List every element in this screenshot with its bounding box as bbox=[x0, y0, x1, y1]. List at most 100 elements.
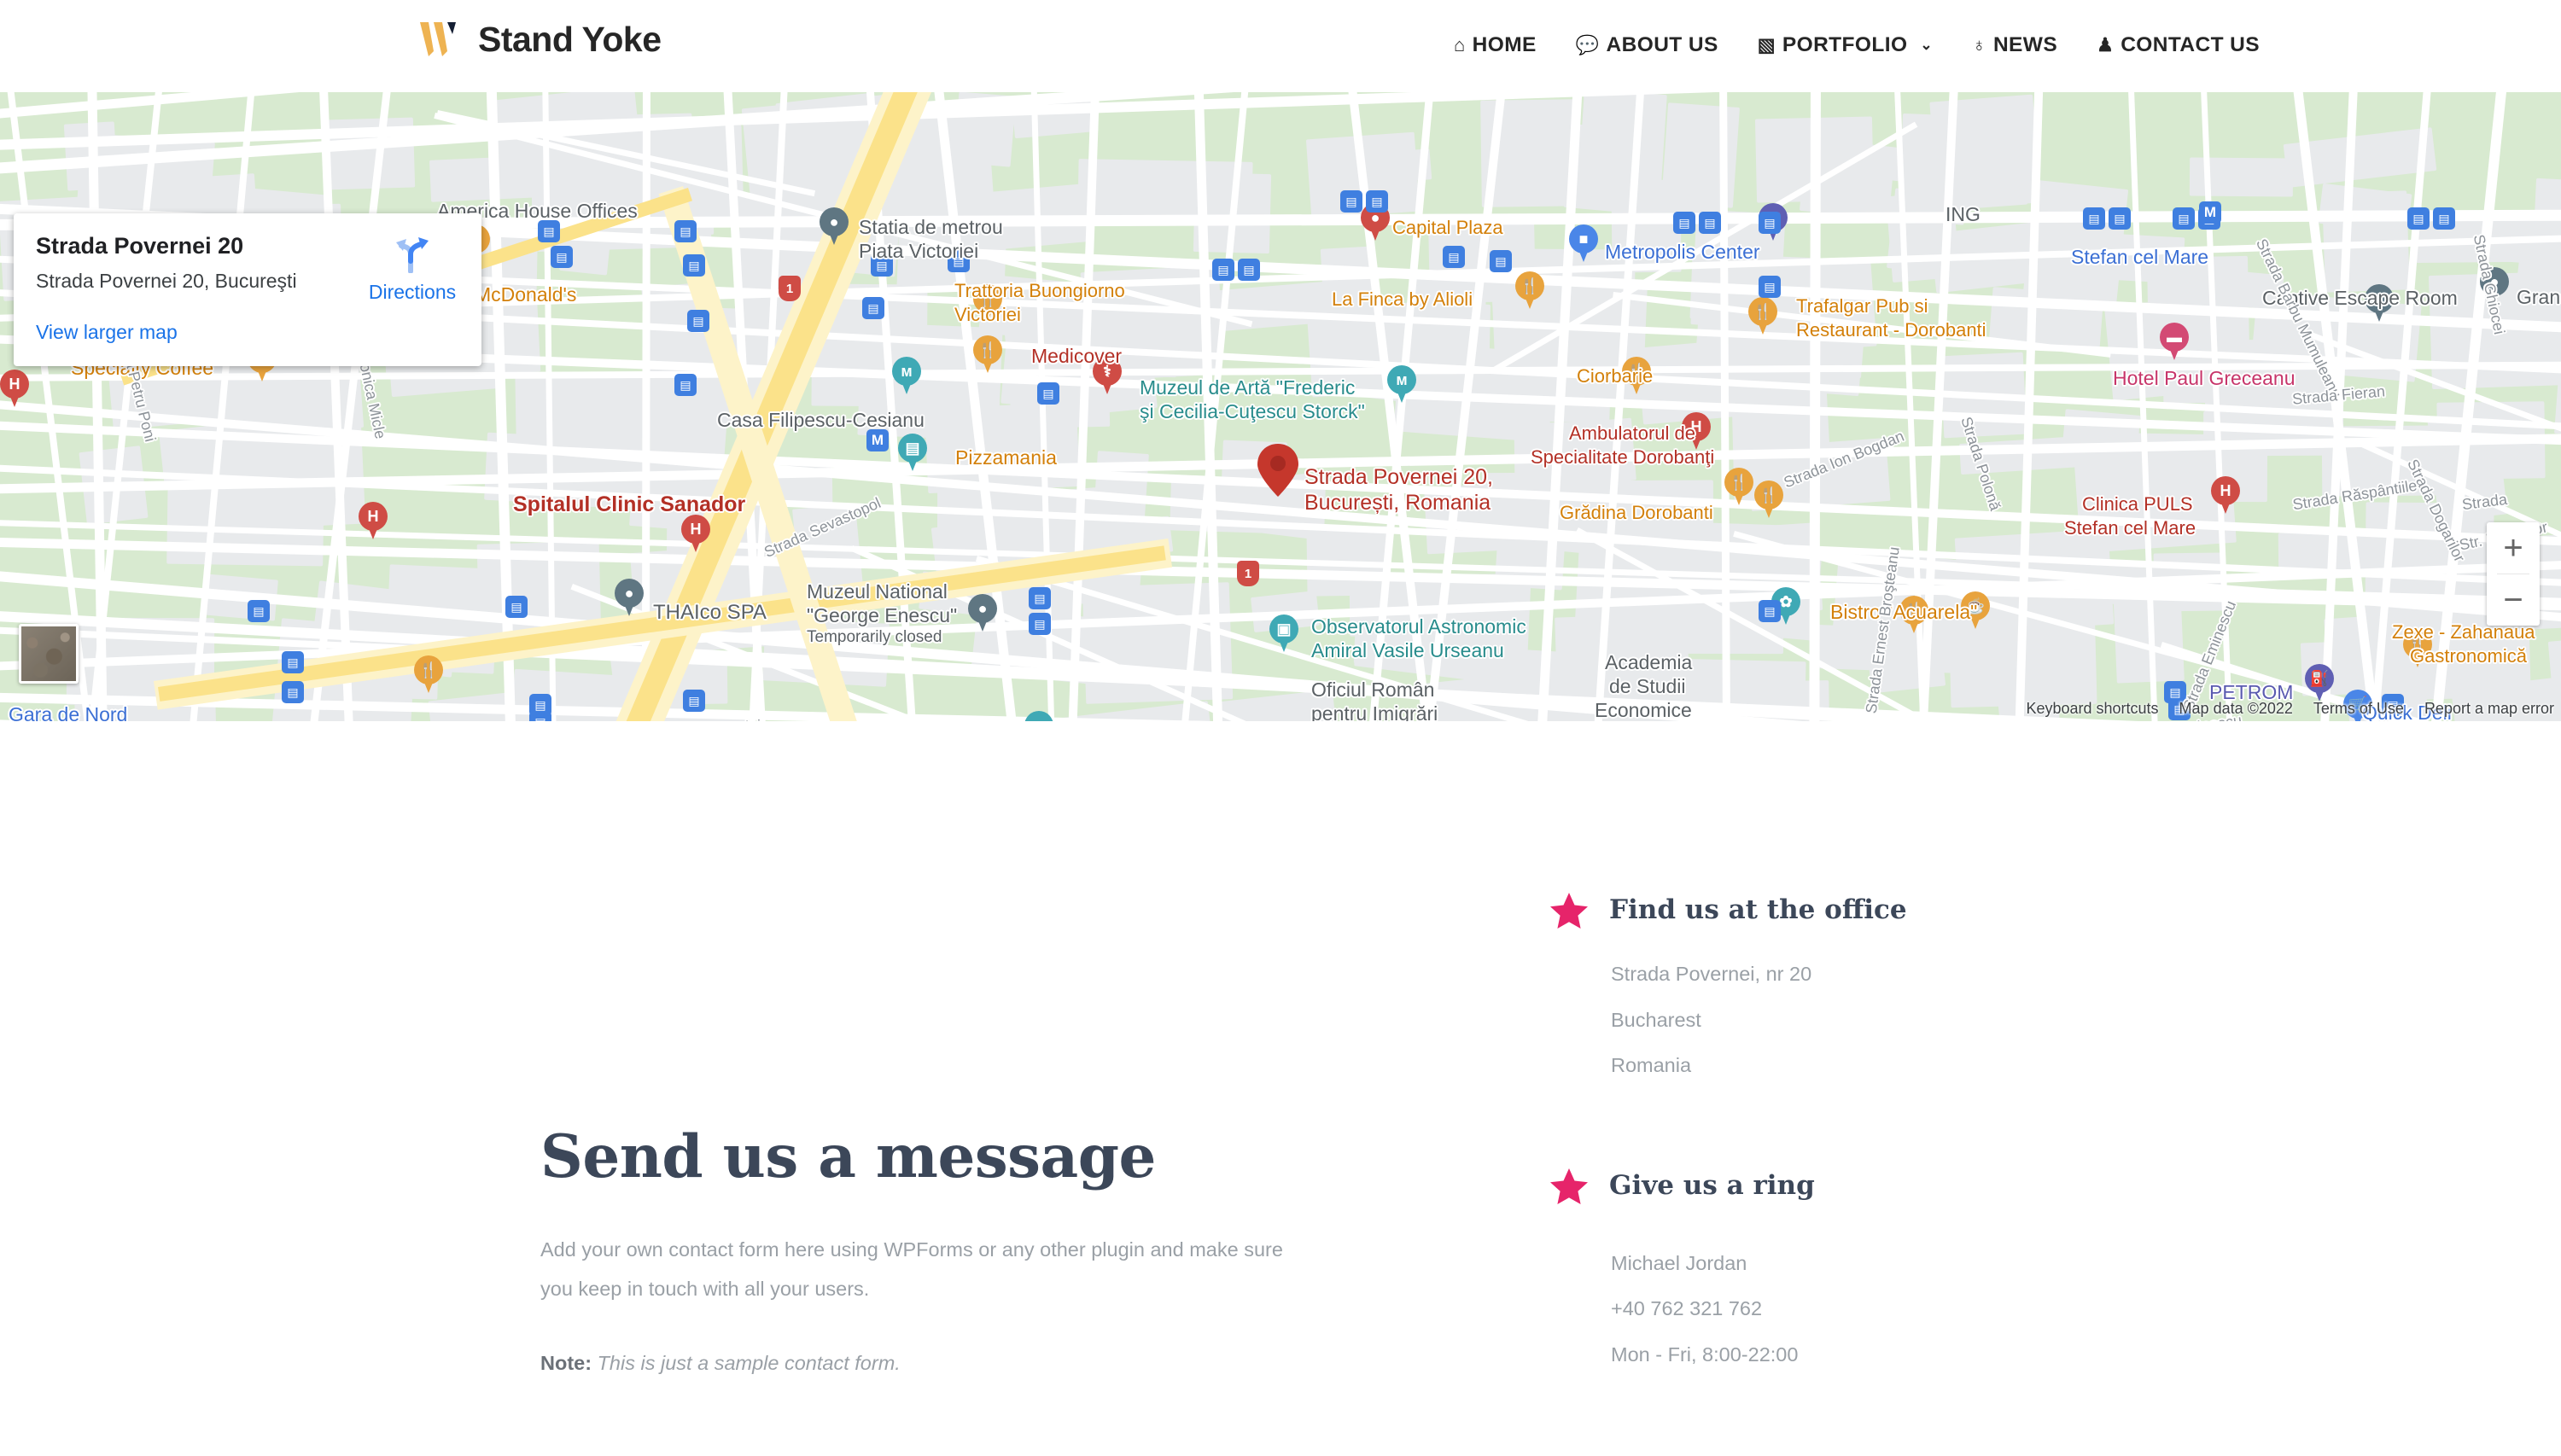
comment-icon: 💬 bbox=[1575, 34, 1600, 55]
transit-stop-icon[interactable]: ▤ bbox=[1759, 600, 1781, 622]
star-icon bbox=[1550, 893, 1588, 929]
map-block bbox=[1611, 179, 1682, 273]
w-logo-icon bbox=[420, 22, 456, 56]
transit-stop-icon[interactable]: ▤ bbox=[538, 220, 560, 242]
brand-name: Stand Yoke bbox=[478, 20, 662, 59]
directions-arrow-icon bbox=[396, 237, 429, 274]
note-text: This is just a sample contact form. bbox=[592, 1352, 901, 1375]
transit-stop-icon[interactable]: ▤ bbox=[2433, 207, 2455, 230]
give-ring-heading-row: Give us a ring bbox=[1549, 1168, 2318, 1205]
office-address-line-3: Romania bbox=[1611, 1054, 1692, 1077]
transit-stop-icon[interactable]: ▤ bbox=[948, 250, 970, 272]
transit-stop-icon[interactable]: ▤ bbox=[1340, 190, 1362, 213]
transit-stop-icon[interactable]: ▤ bbox=[282, 651, 304, 673]
nav-item-portfolio[interactable]: ▧ PORTFOLIO ⌄ bbox=[1738, 32, 1952, 58]
transit-stop-icon[interactable]: ▤ bbox=[1238, 259, 1260, 281]
home-icon: ⌂ bbox=[1453, 34, 1466, 55]
find-office-lines: Strada Povernei, nr 20 Bucharest Romania bbox=[1549, 952, 2318, 1089]
map-block bbox=[1868, 646, 1946, 694]
contact-form-description: Add your own contact form here using WPF… bbox=[540, 1238, 1283, 1301]
contact-form-note: Note: This is just a sample contact form… bbox=[540, 1352, 1309, 1375]
map-attribution-bar: Keyboard shortcuts Map data ©2022 Terms … bbox=[2026, 700, 2554, 718]
give-ring-lines: Michael Jordan +40 762 321 762 Mon - Fri… bbox=[1549, 1241, 2318, 1378]
transit-stop-icon[interactable]: ▤ bbox=[1366, 190, 1388, 213]
location-pin-icon bbox=[1257, 444, 1298, 497]
transit-stop-icon[interactable]: ▤ bbox=[529, 694, 551, 716]
globe-icon: ♁ bbox=[1972, 34, 1986, 55]
office-address-line-1: Strada Povernei, nr 20 bbox=[1611, 963, 1812, 985]
star-icon bbox=[1550, 1168, 1588, 1204]
metro-station-icon[interactable]: M bbox=[866, 429, 889, 451]
contact-person-name: Michael Jordan bbox=[1611, 1251, 1747, 1274]
transit-stop-icon[interactable]: ▤ bbox=[2109, 207, 2131, 230]
nav-item-contact-us[interactable]: ♟ CONTACT US bbox=[2077, 32, 2279, 58]
contact-info-column: Find us at the office Strada Povernei, n… bbox=[1549, 892, 2318, 1456]
main-location-pin[interactable] bbox=[1256, 442, 1300, 498]
transit-stop-icon[interactable]: ▤ bbox=[1490, 250, 1512, 272]
terms-of-use-link[interactable]: Terms of Use bbox=[2313, 700, 2404, 718]
map-info-card[interactable]: Strada Povernei 20 Strada Povernei 20, B… bbox=[14, 213, 481, 367]
directions-label: Directions bbox=[368, 281, 457, 303]
transit-stop-icon[interactable]: ▤ bbox=[1212, 259, 1234, 281]
give-ring-block: Give us a ring Michael Jordan +40 762 32… bbox=[1549, 1168, 2318, 1378]
nav-label-about-us: ABOUT US bbox=[1606, 33, 1718, 56]
transit-stop-icon[interactable]: ▤ bbox=[1029, 613, 1051, 635]
highway-shield-icon: 1 bbox=[1237, 561, 1259, 586]
nav-item-news[interactable]: ♁ NEWS bbox=[1952, 32, 2077, 58]
transit-stop-icon[interactable]: ▤ bbox=[2173, 207, 2195, 230]
transit-stop-icon[interactable]: ▤ bbox=[1029, 587, 1051, 609]
nav-label-news: NEWS bbox=[1992, 33, 2058, 56]
google-map-embed[interactable]: 🍴●●■▤▬●●🍴🍴🍴🍴🍴⚕ᴍH🍴H🍴HHH▼ᴍ▤●●▣■ᴍ✉✿✿☕🍴♠🍴⛽🛒☺… bbox=[0, 92, 2561, 721]
transit-stop-icon[interactable]: ▤ bbox=[683, 690, 705, 712]
find-office-heading: Find us at the office bbox=[1609, 894, 1907, 926]
map-zoom-controls: + − bbox=[2487, 522, 2540, 626]
transit-stop-icon[interactable]: ▤ bbox=[1443, 246, 1465, 268]
main-navigation: ⌂ HOME 💬 ABOUT US ▧ PORTFOLIO ⌄ ♁ NEWS ♟… bbox=[1434, 32, 2279, 58]
directions-button[interactable]: Directions bbox=[365, 236, 459, 304]
transit-stop-icon[interactable]: ▤ bbox=[871, 254, 893, 277]
transit-stop-icon[interactable]: ▤ bbox=[282, 681, 304, 703]
chevron-down-icon: ⌄ bbox=[1920, 37, 1934, 53]
site-brand[interactable]: Stand Yoke bbox=[418, 19, 662, 60]
metro-station-icon[interactable]: M bbox=[2199, 201, 2221, 224]
view-larger-map-link[interactable]: View larger map bbox=[36, 321, 178, 344]
user-icon: ♟ bbox=[2097, 34, 2115, 55]
transit-stop-icon[interactable]: ▤ bbox=[674, 374, 697, 396]
nav-item-home[interactable]: ⌂ HOME bbox=[1434, 32, 1556, 58]
page-title: Send us a message bbox=[540, 1122, 1156, 1191]
zoom-out-button[interactable]: − bbox=[2487, 574, 2540, 626]
transit-stop-icon[interactable]: ▤ bbox=[862, 297, 884, 319]
map-street-view-thumbnail[interactable] bbox=[19, 624, 79, 684]
nav-label-contact-us: CONTACT US bbox=[2121, 33, 2260, 56]
book-icon: ▧ bbox=[1757, 34, 1776, 55]
keyboard-shortcuts-link[interactable]: Keyboard shortcuts bbox=[2026, 700, 2158, 718]
report-map-error-link[interactable]: Report a map error bbox=[2424, 700, 2554, 718]
contact-hours: Mon - Fri, 8:00-22:00 bbox=[1611, 1342, 1799, 1366]
transit-stop-icon[interactable]: ▤ bbox=[1759, 276, 1781, 298]
transit-stop-icon[interactable]: ▤ bbox=[1037, 382, 1059, 405]
find-office-block: Find us at the office Strada Povernei, n… bbox=[1549, 892, 2318, 1089]
transit-stop-icon[interactable]: ▤ bbox=[687, 310, 709, 332]
map-block bbox=[515, 375, 643, 436]
find-office-heading-row: Find us at the office bbox=[1549, 892, 2318, 929]
transit-stop-icon[interactable]: ▤ bbox=[683, 254, 705, 277]
note-label: Note: bbox=[540, 1352, 592, 1375]
site-header: Stand Yoke ⌂ HOME 💬 ABOUT US ▧ PORTFOLIO… bbox=[0, 0, 2561, 92]
map-data-text: Map data ©2022 bbox=[2179, 700, 2293, 717]
transit-stop-icon[interactable]: ▤ bbox=[674, 220, 697, 242]
transit-stop-icon[interactable]: ▤ bbox=[2083, 207, 2105, 230]
transit-stop-icon[interactable]: ▤ bbox=[248, 600, 270, 622]
nav-item-about-us[interactable]: 💬 ABOUT US bbox=[1556, 32, 1738, 58]
transit-stop-icon[interactable]: ▤ bbox=[1673, 212, 1695, 234]
highway-shield-icon: 1 bbox=[779, 276, 801, 301]
transit-stop-icon[interactable]: ▤ bbox=[1699, 212, 1721, 234]
nav-label-home: HOME bbox=[1472, 33, 1537, 56]
contact-content-section: Send us a message Add your own contact f… bbox=[0, 721, 2561, 1420]
zoom-in-button[interactable]: + bbox=[2487, 522, 2540, 574]
transit-stop-icon[interactable]: ▤ bbox=[2407, 207, 2430, 230]
nav-label-portfolio: PORTFOLIO bbox=[1782, 33, 1908, 56]
transit-stop-icon[interactable]: ▤ bbox=[551, 246, 573, 268]
transit-stop-icon[interactable]: ▤ bbox=[1759, 212, 1781, 234]
transit-stop-icon[interactable]: ▤ bbox=[505, 596, 528, 618]
give-ring-heading: Give us a ring bbox=[1609, 1170, 1815, 1202]
